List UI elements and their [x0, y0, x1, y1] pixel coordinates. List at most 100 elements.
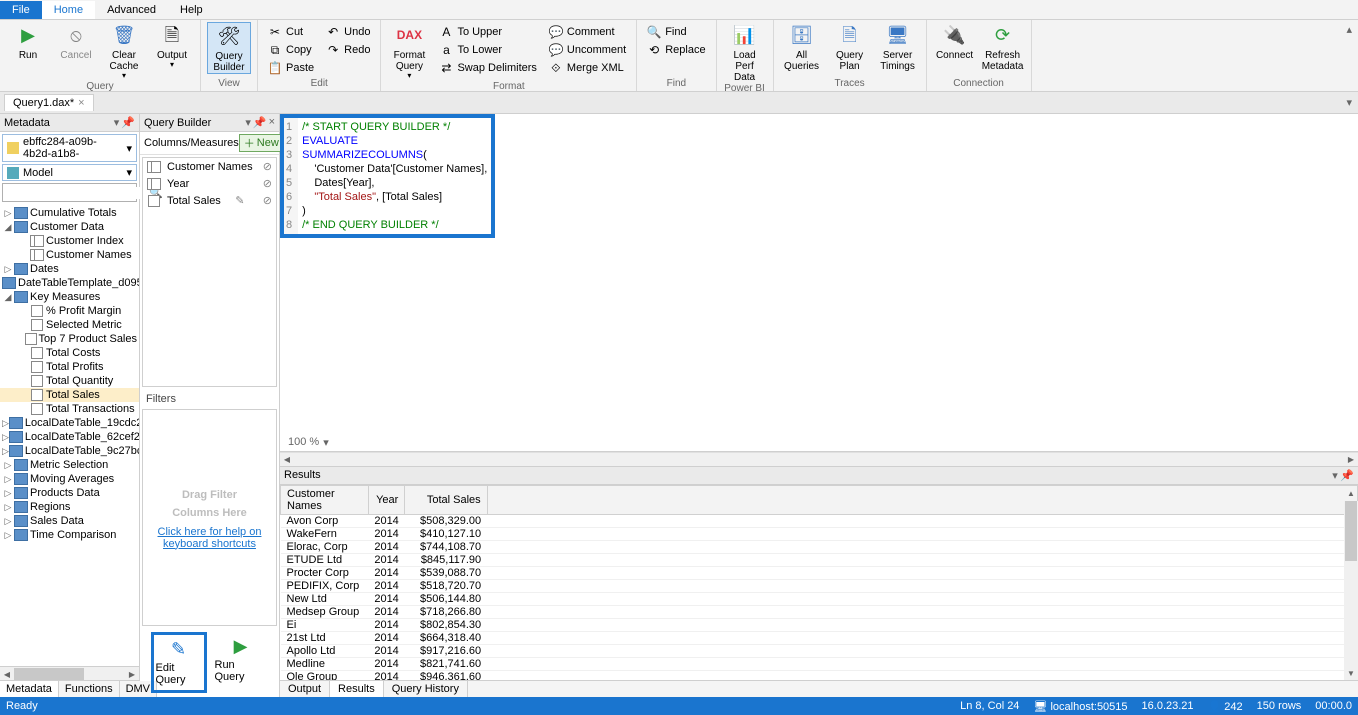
tree-item[interactable]: Total Sales [0, 388, 139, 402]
tree-item[interactable]: Total Profits [0, 360, 139, 374]
pin-icon[interactable]: 📌 [253, 116, 267, 129]
tab-metadata[interactable]: Metadata [0, 681, 59, 697]
find-button[interactable]: 🔍Find [643, 24, 709, 40]
tab-output[interactable]: Output [280, 681, 330, 697]
tree-item[interactable]: % Profit Margin [0, 304, 139, 318]
editor-zoom[interactable]: 100 %▾ [280, 434, 1358, 452]
query-builder-item[interactable]: Year⊘ [143, 175, 276, 192]
table-row[interactable]: Medline2014$821,741.60 [281, 657, 1358, 670]
to-lower-button[interactable]: aTo Lower [435, 42, 540, 58]
comment-button[interactable]: 💬Comment [545, 24, 630, 40]
keyboard-shortcuts-link[interactable]: Click here for help onkeyboard shortcuts [158, 526, 262, 550]
tree-item[interactable]: Total Costs [0, 346, 139, 360]
table-row[interactable]: Ei2014$802,854.30 [281, 618, 1358, 631]
table-row[interactable]: Medsep Group2014$718,266.80 [281, 605, 1358, 618]
tree-expander[interactable]: ▷ [2, 474, 14, 485]
tree-item[interactable]: ◢Customer Data [0, 220, 139, 234]
tree-item[interactable]: DateTableTemplate_d095fb [0, 276, 139, 290]
tab-options[interactable]: ▾ [1346, 96, 1352, 109]
scroll-right-icon[interactable]: ▶ [125, 667, 139, 681]
tree-item[interactable]: ▷Cumulative Totals [0, 206, 139, 220]
table-row[interactable]: 21st Ltd2014$664,318.40 [281, 631, 1358, 644]
tab-functions[interactable]: Functions [59, 681, 120, 697]
results-column-header[interactable]: Year [368, 485, 404, 514]
menu-help[interactable]: Help [168, 1, 215, 19]
edit-icon[interactable]: ✎ [235, 194, 244, 207]
tree-item[interactable]: ▷LocalDateTable_62cef255-0 [0, 430, 139, 444]
pin-icon[interactable]: 📌 [121, 116, 135, 129]
tree-item[interactable]: ◢Key Measures [0, 290, 139, 304]
table-row[interactable]: ETUDE Ltd2014$845,117.90 [281, 553, 1358, 566]
edit-query-button[interactable]: ✎Edit Query [151, 632, 207, 693]
table-row[interactable]: Ole Group2014$946,361.60 [281, 670, 1358, 680]
tree-item[interactable]: Total Transactions [0, 402, 139, 416]
merge-xml-button[interactable]: ⟐Merge XML [545, 60, 630, 76]
table-row[interactable]: Avon Corp2014$508,329.00 [281, 514, 1358, 527]
tree-expander[interactable]: ▷ [2, 488, 14, 499]
chevron-down-icon[interactable]: ▾ [1332, 470, 1338, 482]
scroll-left-icon[interactable]: ◀ [0, 667, 14, 681]
query-plan-button[interactable]: 🗎Query Plan [828, 22, 872, 72]
editor-code[interactable]: /* START QUERY BUILDER */EVALUATESUMMARI… [298, 118, 491, 234]
results-column-header[interactable]: Total Sales [405, 485, 487, 514]
tree-item[interactable]: ▷Dates [0, 262, 139, 276]
chevron-down-icon[interactable]: ▾ [245, 116, 251, 129]
cancel-button[interactable]: ⦸Cancel [54, 22, 98, 61]
run-query-button[interactable]: ▶Run Query [213, 632, 269, 693]
copy-button[interactable]: ⧉Copy [264, 42, 318, 58]
scrollbar-thumb[interactable] [14, 668, 84, 680]
table-row[interactable]: New Ltd2014$506,144.80 [281, 592, 1358, 605]
tree-expander[interactable]: ◢ [2, 292, 14, 303]
scrollbar-thumb[interactable] [1345, 501, 1357, 561]
database-select[interactable]: ebffc284-a09b-4b2d-a1b8-▾ [2, 134, 137, 162]
tree-item[interactable]: ▷LocalDateTable_19cdc2e1- [0, 416, 139, 430]
remove-icon[interactable]: ⊘ [263, 160, 272, 173]
results-vertical-scrollbar[interactable]: ▲ ▼ [1344, 501, 1358, 681]
tree-item[interactable]: ▷LocalDateTable_9c27bc4b- [0, 444, 139, 458]
horizontal-scrollbar[interactable]: ◀ ▶ [0, 666, 139, 680]
tree-expander[interactable]: ▷ [2, 530, 14, 541]
pin-icon[interactable]: ▾ [114, 116, 120, 129]
menu-advanced[interactable]: Advanced [95, 1, 168, 19]
uncomment-button[interactable]: 💬Uncomment [545, 42, 630, 58]
paste-button[interactable]: 📋Paste [264, 60, 318, 76]
run-button[interactable]: ▶Run [6, 22, 50, 61]
model-select[interactable]: Model▾ [2, 164, 137, 181]
tree-item[interactable]: Total Quantity [0, 374, 139, 388]
tree-expander[interactable]: ◢ [2, 222, 14, 233]
tree-item[interactable]: ▷Moving Averages [0, 472, 139, 486]
tree-item[interactable]: ▷Time Comparison [0, 528, 139, 542]
close-icon[interactable]: × [78, 97, 84, 109]
tree-item[interactable]: Top 7 Product Sales [0, 332, 139, 346]
format-query-button[interactable]: DAXFormat Query▾ [387, 22, 431, 81]
ribbon-collapse[interactable]: ▴ [1346, 23, 1352, 36]
table-row[interactable]: PEDIFIX, Corp2014$518,720.70 [281, 579, 1358, 592]
editor-horizontal-scrollbar[interactable]: ◀ ▶ [280, 452, 1358, 466]
close-icon[interactable]: × [269, 116, 275, 129]
tree-expander[interactable]: ▷ [2, 446, 9, 457]
tree-expander[interactable]: ▷ [2, 418, 9, 429]
cut-button[interactable]: ✂Cut [264, 24, 318, 40]
table-row[interactable]: WakeFern2014$410,127.10 [281, 527, 1358, 540]
server-timings-button[interactable]: 🖥Server Timings [876, 22, 920, 72]
query-builder-item[interactable]: Total Sales✎⊘ [143, 192, 276, 209]
undo-button[interactable]: ↶Undo [322, 24, 374, 40]
tree-item[interactable]: ▷Sales Data [0, 514, 139, 528]
tree-expander[interactable]: ▷ [2, 460, 14, 471]
menu-home[interactable]: Home [42, 1, 95, 19]
scroll-left-icon[interactable]: ◀ [280, 453, 294, 467]
results-column-header[interactable]: Customer Names [281, 485, 369, 514]
tree-expander[interactable]: ▷ [2, 432, 9, 443]
to-upper-button[interactable]: ATo Upper [435, 24, 540, 40]
tree-expander[interactable]: ▷ [2, 516, 14, 527]
new-button[interactable]: ＋New [239, 134, 284, 152]
all-queries-button[interactable]: 🗄All Queries [780, 22, 824, 72]
columns-measures-list[interactable]: Customer Names⊘Year⊘Total Sales✎⊘ [142, 157, 277, 387]
tree-item[interactable]: Customer Index [0, 234, 139, 248]
filters-dropzone[interactable]: Drag FilterColumns Here Click here for h… [142, 409, 277, 626]
tree-expander[interactable]: ▷ [2, 208, 14, 219]
tree-item[interactable]: Selected Metric [0, 318, 139, 332]
table-row[interactable]: Procter Corp2014$539,088.70 [281, 566, 1358, 579]
tree-expander[interactable]: ▷ [2, 264, 14, 275]
pin-icon[interactable]: 📌 [1340, 470, 1354, 482]
